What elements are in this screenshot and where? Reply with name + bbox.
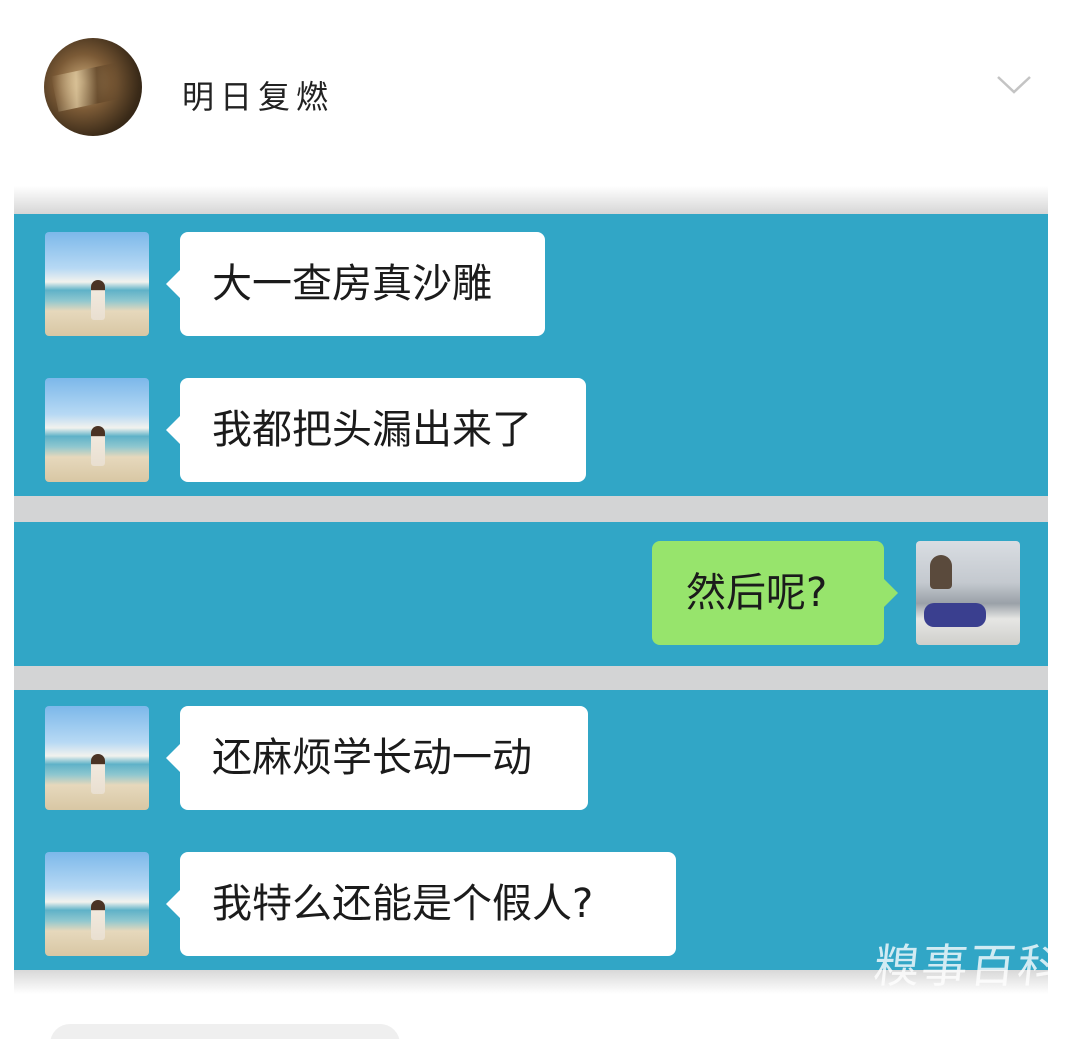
divider (14, 666, 1048, 690)
chat-panel: 大一查房真沙雕 我都把头漏出来了 (14, 214, 1048, 496)
chat-panel: 还麻烦学长动一动 我特么还能是个假人? (14, 690, 1048, 970)
author-avatar[interactable] (44, 38, 142, 136)
divider (14, 496, 1048, 522)
sender-avatar (45, 378, 149, 482)
author-name[interactable]: 明日复燃 (182, 72, 334, 118)
sender-avatar (45, 852, 149, 956)
sender-avatar (45, 232, 149, 336)
chevron-down-icon[interactable] (996, 72, 1032, 96)
comment-input[interactable] (50, 1024, 400, 1039)
divider (14, 186, 1048, 214)
watermark-logo: 糗事百科 (870, 939, 1069, 993)
post-page: 明日复燃 大一查房真沙雕 我都把头漏出来了 然后呢? 还麻烦学长动一动 我特么还… (0, 0, 1080, 1039)
incoming-message-bubble: 大一查房真沙雕 (166, 232, 545, 336)
self-avatar (916, 541, 1020, 645)
incoming-message-bubble: 我特么还能是个假人? (166, 852, 676, 956)
sender-avatar (45, 706, 149, 810)
incoming-message-bubble: 还麻烦学长动一动 (166, 706, 588, 810)
outgoing-message-bubble: 然后呢? (652, 541, 898, 645)
incoming-message-bubble: 我都把头漏出来了 (166, 378, 586, 482)
chat-panel: 然后呢? (14, 522, 1048, 666)
